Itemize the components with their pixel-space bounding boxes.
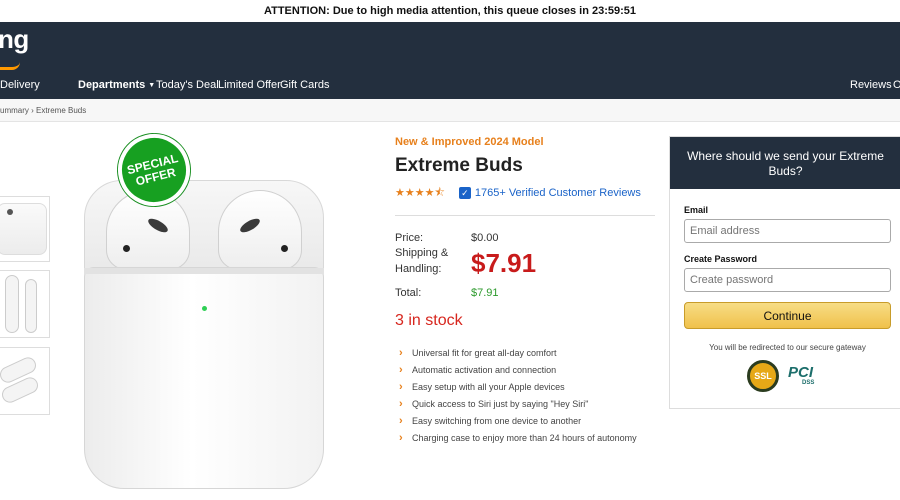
total-value: $7.91 (471, 287, 499, 299)
feature-text: Universal fit for great all-day comfort (412, 347, 557, 358)
nav-todays-deal[interactable]: Today's Deal (156, 79, 219, 91)
product-image (84, 172, 332, 492)
shipping-label-line-2: Handling: (395, 263, 442, 275)
list-item: › Easy switching from one device to anoth… (395, 412, 655, 429)
nav-departments-label: Departments (78, 79, 146, 91)
earbud-sensor (281, 245, 288, 252)
checkbox-check-icon: ✓ (458, 187, 471, 199)
price-table: Price: $0.00 Shipping & Handling: $7.91 … (395, 232, 655, 306)
caret-down-icon: ▼ (148, 82, 156, 89)
password-label: Create Password (684, 254, 758, 264)
price-label: Price: (395, 232, 424, 244)
earbud-mesh (238, 216, 262, 235)
thumbnail-bud-image (5, 275, 19, 333)
form-body: Email Create Password Continue You will … (670, 205, 900, 396)
logo-smile-icon (0, 62, 20, 70)
list-item: › Easy setup with all your Apple devices (395, 378, 655, 395)
feature-text: Charging case to enjoy more than 24 hour… (412, 432, 637, 443)
feature-text: Easy switching from one device to anothe… (412, 415, 582, 426)
nav-limited-offer[interactable]: Limited Offer (218, 79, 281, 91)
status-led (202, 306, 207, 311)
shipping-form: Where should we send your Extreme Buds? … (669, 136, 900, 409)
product-thumbnail-3[interactable] (0, 347, 50, 415)
reviews-link[interactable]: 1765+ Verified Customer Reviews (475, 187, 641, 199)
dss-text: DSS (802, 380, 815, 386)
price-value: $0.00 (471, 232, 499, 244)
right-earbud (218, 190, 302, 270)
store-logo[interactable]: ng (0, 24, 29, 55)
case-seam (84, 268, 324, 274)
rating-row: ★★★★⯪ ✓ 1765+ Verified Customer Reviews (395, 185, 655, 201)
nav-departments[interactable]: Departments ▼ (78, 79, 155, 91)
shipping-label-line-1: Shipping & (395, 247, 449, 259)
chevron-right-icon: › (399, 414, 403, 427)
list-item: › Charging case to enjoy more than 24 hou… (395, 429, 655, 446)
nav-overflow[interactable]: O (893, 79, 900, 91)
promo-label: New & Improved 2024 Model (395, 136, 544, 148)
ssl-seal-icon: SSL (747, 360, 779, 392)
attention-banner: ATTENTION: Due to high media attention, … (0, 0, 900, 22)
case-body (84, 267, 324, 489)
email-label: Email (684, 205, 709, 215)
chevron-right-icon: › (399, 397, 403, 410)
feature-text: Quick access to Siri just by saying "Hey… (412, 398, 589, 409)
nav-gift-cards[interactable]: Gift Cards (280, 79, 330, 91)
list-item: › Universal fit for great all-day comfort (395, 344, 655, 361)
email-field[interactable] (684, 219, 891, 243)
divider (395, 215, 655, 216)
form-heading: Where should we send your Extreme Buds? (670, 137, 900, 189)
product-info: New & Improved 2024 Model Extreme Buds ★… (395, 136, 655, 446)
pci-text: PCI (788, 364, 814, 381)
continue-button[interactable]: Continue (684, 302, 891, 329)
chevron-right-icon: › (399, 363, 403, 376)
product-title: Extreme Buds (395, 155, 523, 176)
security-seals: SSL PCI DSS (684, 360, 891, 396)
product-thumbnail-2[interactable] (0, 270, 50, 338)
star-rating-icon: ★★★★⯪ (395, 186, 445, 199)
thumbnail-detail (7, 209, 13, 215)
list-item: › Automatic activation and connection (395, 361, 655, 378)
stock-status: 3 in stock (395, 312, 463, 329)
main-nav: Delivery Departments ▼ Today's Deal Limit… (0, 79, 900, 99)
feature-text: Easy setup with all your Apple devices (412, 381, 565, 392)
earbud-sensor (123, 245, 130, 252)
list-item: › Quick access to Siri just by saying "He… (395, 395, 655, 412)
chevron-right-icon: › (399, 431, 403, 444)
shipping-price: $7.91 (471, 248, 537, 278)
feature-text: Automatic activation and connection (412, 364, 557, 375)
product-thumbnail-1[interactable] (0, 196, 50, 262)
nav-reviews[interactable]: Reviews (850, 79, 892, 91)
nav-delivery[interactable]: Delivery (0, 79, 40, 91)
chevron-right-icon: › (399, 346, 403, 359)
password-field[interactable] (684, 268, 891, 292)
thumbnail-bud-image (25, 279, 37, 333)
total-label: Total: (395, 287, 422, 299)
breadcrumb: ummary › Extreme Buds (0, 99, 900, 122)
secure-gateway-note: You will be redirected to our secure gat… (709, 343, 866, 352)
feature-list: › Universal fit for great all-day comfort… (395, 344, 655, 446)
pci-dss-seal-icon: PCI DSS (788, 364, 830, 392)
earbud-mesh (146, 216, 170, 235)
chevron-right-icon: › (399, 380, 403, 393)
